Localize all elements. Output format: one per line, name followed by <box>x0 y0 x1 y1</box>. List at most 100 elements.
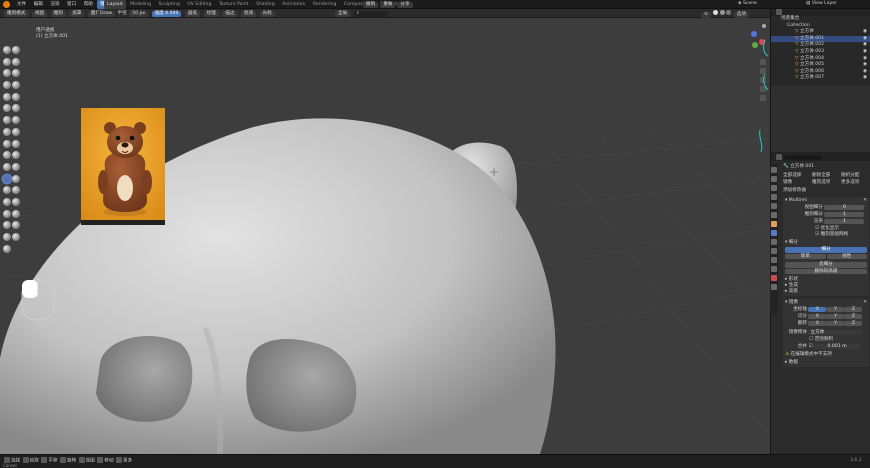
tab-layout[interactable]: Layout <box>104 0 126 9</box>
tool-clay-strips[interactable] <box>12 57 20 66</box>
flip-x-toggle[interactable]: X <box>808 321 827 326</box>
menu-file[interactable]: 文件 <box>14 0 29 9</box>
tool-pinch[interactable] <box>3 127 11 136</box>
tool-mesh-filter[interactable] <box>12 233 20 241</box>
tab-object-icon[interactable] <box>771 221 777 227</box>
checkbox-icon[interactable]: ☑ <box>808 344 812 349</box>
outliner-item-3[interactable]: ▽ 立方体.003 ◉ <box>771 49 870 56</box>
tool-box-mask[interactable] <box>3 209 11 218</box>
reference-image[interactable] <box>81 108 165 225</box>
clipping-row[interactable]: ☐ 范围限制 <box>785 337 867 343</box>
tab-texture-icon[interactable] <box>771 284 777 290</box>
tool-elastic[interactable] <box>3 139 11 148</box>
modifier-close-icon[interactable]: ✕ <box>863 300 867 306</box>
visibility-icon[interactable]: ◉ <box>863 29 867 36</box>
shading-material-icon[interactable] <box>719 10 725 15</box>
tool-nudge[interactable] <box>3 162 11 171</box>
tab-texture-paint[interactable]: Texture Paint <box>216 0 252 9</box>
toggle-sculpt-options[interactable]: 雕刻选项 <box>812 179 840 185</box>
levels-viewport-field[interactable]: 0 <box>824 205 865 210</box>
unsubdivide-button[interactable]: 反细分 <box>785 262 867 268</box>
history-button[interactable]: 重做 <box>380 2 396 8</box>
tool-draw-face-sets[interactable] <box>12 197 20 206</box>
tab-data-icon[interactable] <box>771 266 777 272</box>
tab-shading[interactable]: Shading <box>253 0 278 9</box>
tool-rotate[interactable] <box>12 162 20 171</box>
outliner-filter-icon[interactable] <box>776 9 782 15</box>
tool-box-face-set[interactable] <box>3 221 11 230</box>
tab-modifier-icon[interactable] <box>771 230 777 236</box>
simple-button[interactable]: 简单 <box>785 253 826 259</box>
tool-multiplane[interactable] <box>12 116 20 125</box>
tool-thumb[interactable] <box>3 151 11 160</box>
brush-selector[interactable]: Draw <box>97 11 115 17</box>
tab-modeling[interactable]: Modeling <box>127 0 154 9</box>
tab-sculpting[interactable]: Sculpting <box>155 0 182 9</box>
tool-blob[interactable] <box>12 81 20 90</box>
tool-clay-thumb[interactable] <box>3 69 11 78</box>
shading-solid-icon[interactable] <box>713 10 719 15</box>
tab-tool-icon[interactable] <box>771 167 777 173</box>
tab-uv-editing[interactable]: UV Editing <box>184 0 214 9</box>
mode-dropdown[interactable]: 雕刻模式 <box>4 11 29 17</box>
tool-grab[interactable] <box>12 127 20 136</box>
shading-render-icon[interactable] <box>726 10 732 15</box>
tab-render-icon[interactable] <box>771 176 777 182</box>
add-modifier-row[interactable]: 添加修改器 <box>783 188 869 194</box>
flip-y-toggle[interactable]: Y <box>826 321 845 326</box>
properties-editor-icon[interactable] <box>776 154 782 160</box>
levels-sculpt-field[interactable]: 1 <box>824 212 865 217</box>
bisect-y-toggle[interactable]: Y <box>826 314 845 319</box>
mirror-object-field[interactable]: 立方体 <box>808 330 863 335</box>
outliner-item-5[interactable]: ▽ 立方体.005 ◉ <box>771 62 870 69</box>
tool-boundary[interactable] <box>12 174 20 183</box>
multires-header[interactable]: ▾ Multires ✕ <box>785 198 867 204</box>
visibility-icon[interactable]: ◉ <box>863 42 867 49</box>
tool-layer[interactable] <box>12 69 20 78</box>
tool-snake-hook[interactable] <box>12 139 20 148</box>
outliner-collection[interactable]: Collection <box>771 23 870 30</box>
tab-material-icon[interactable] <box>771 275 777 281</box>
tool-simplify[interactable] <box>12 186 20 195</box>
outliner-item-0[interactable]: ▽ 立方体 ◉ <box>771 29 870 36</box>
view-layer-selector[interactable]: ▤ View Layer <box>806 0 837 8</box>
axis-z-toggle[interactable]: Z <box>844 307 863 312</box>
tab-constraints-icon[interactable] <box>771 257 777 263</box>
tab-animation[interactable]: Animation <box>279 0 308 9</box>
menu-help[interactable]: 帮助 <box>81 0 96 9</box>
tab-scene-icon[interactable] <box>771 203 777 209</box>
tab-view-layer-icon[interactable] <box>771 194 777 200</box>
visibility-icon[interactable]: ◉ <box>863 56 867 63</box>
tab-rendering[interactable]: Rendering <box>310 0 339 9</box>
visibility-icon[interactable]: ◉ <box>863 36 867 43</box>
visibility-icon[interactable]: ◉ <box>863 62 867 69</box>
modifier-close-icon[interactable]: ✕ <box>863 198 867 204</box>
strength-field[interactable]: 强度 0.500 <box>151 11 182 17</box>
section-data[interactable]: ▸ 数据 <box>785 360 867 366</box>
outliner-scene-collection[interactable]: 场景集合 <box>771 16 870 23</box>
visibility-icon[interactable]: ◉ <box>863 75 867 82</box>
axis-y-toggle[interactable]: Y <box>826 307 845 312</box>
tool-smooth[interactable] <box>12 92 20 101</box>
delete-higher-button[interactable]: 删除较高级 <box>785 268 867 274</box>
subdivide-button[interactable]: 细分 <box>785 247 867 253</box>
3d-viewport[interactable]: 用户透视 (1) 立方体.001 <box>0 18 770 454</box>
axis-x-toggle[interactable]: X <box>808 307 827 312</box>
flip-z-toggle[interactable]: Z <box>844 321 863 326</box>
check-sculpt-base[interactable]: ☑ 雕刻基础网格 <box>785 232 867 238</box>
tool-box-hide[interactable] <box>12 209 20 218</box>
tool-scrape[interactable] <box>3 116 11 125</box>
slot-button[interactable]: 撤销 <box>363 2 379 8</box>
orientation-dropdown[interactable]: 全局 <box>335 11 351 17</box>
properties-search-input[interactable] <box>784 154 823 160</box>
toggle-select-all[interactable]: 全部选择 <box>783 172 811 178</box>
option-falloff[interactable]: 衰减 <box>240 11 257 17</box>
tool-inflate[interactable] <box>3 81 11 90</box>
menu-render[interactable]: 渲染 <box>47 0 62 9</box>
upload-button[interactable]: 分享 <box>397 2 413 8</box>
tool-draw[interactable] <box>3 46 11 54</box>
tab-world-icon[interactable] <box>771 212 777 218</box>
tool-slide-relax[interactable] <box>3 174 11 183</box>
tool-line-project[interactable] <box>3 233 11 241</box>
tool-clay[interactable] <box>3 57 11 66</box>
